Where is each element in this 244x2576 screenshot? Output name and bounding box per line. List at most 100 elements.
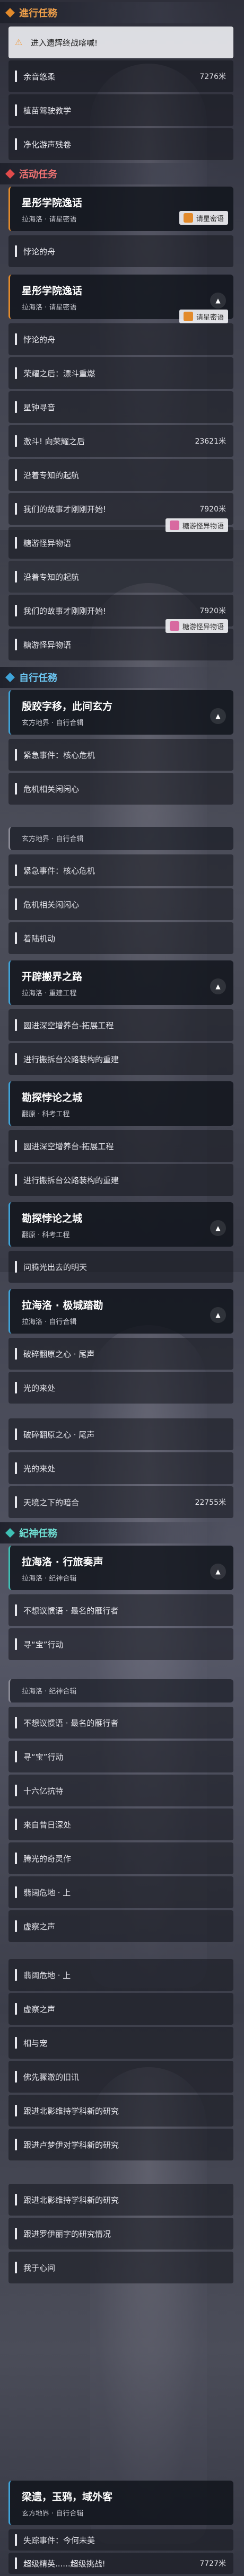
quest-row[interactable]: 圆进深空增养台-拓展工程 bbox=[8, 1009, 233, 1041]
quest-distance: 7920米 bbox=[199, 607, 226, 615]
quest-row[interactable]: 进行搬拆台公路装构的重建 bbox=[8, 1164, 233, 1196]
quest-card[interactable]: 梁遗，玉鸦，域外客 玄方地界 · 自行合辑 bbox=[8, 2481, 233, 2525]
quest-row[interactable]: 糖游怪异物语 糖游怪异物语 bbox=[8, 518, 233, 559]
quest-marker-icon bbox=[15, 1852, 17, 1864]
quest-row[interactable]: 荣耀之后：漂斗重燃 bbox=[8, 357, 233, 389]
chevron-up-icon[interactable]: ▲ bbox=[210, 1220, 226, 1236]
chevron-up-icon[interactable]: ▲ bbox=[210, 293, 226, 308]
quest-row[interactable]: 十六亿抗特 bbox=[8, 1775, 233, 1806]
quest-row[interactable]: 紧急事件：核心危机 bbox=[8, 854, 233, 886]
quest-row[interactable]: 佛先骤澈的旧讯 bbox=[8, 2061, 233, 2093]
section-title: 紀神任務 bbox=[19, 1528, 57, 1539]
quest-row[interactable]: 光的来处 bbox=[8, 1372, 233, 1404]
quest-tag: 请星密语 bbox=[179, 211, 228, 225]
quest-row[interactable]: 余音悠柔 7276米 bbox=[8, 60, 233, 92]
chevron-up-icon[interactable]: ▲ bbox=[210, 708, 226, 724]
quest-row[interactable]: 我于心间 bbox=[8, 2252, 233, 2283]
quest-marker-icon bbox=[15, 1819, 17, 1830]
quest-row[interactable]: 寻“宝”行动 bbox=[8, 1628, 233, 1660]
quest-row[interactable]: 跟进北影维持学科新的研究 bbox=[8, 2095, 233, 2127]
quest-row[interactable]: 失踪事件：今何未美 bbox=[8, 2529, 233, 2551]
quest-label: 佛先骤澈的旧讯 bbox=[23, 2072, 80, 2082]
quest-row[interactable]: 相与宠 bbox=[8, 2027, 233, 2059]
quest-marker-icon bbox=[15, 1751, 17, 1762]
quest-row[interactable]: 跟进罗伊丽字的研究情况 bbox=[8, 2218, 233, 2249]
quest-row[interactable]: 破碎翻原之心 · 尾声 bbox=[8, 1418, 233, 1450]
quest-label: 进行搬拆台公路装构的重建 bbox=[23, 1054, 119, 1064]
quest-row[interactable]: 进行搬拆台公路装构的重建 bbox=[8, 1043, 233, 1075]
quest-card[interactable]: 殷跤字移，此间玄方 玄方地界 · 自行合辑 ▲ bbox=[8, 690, 233, 735]
quest-row[interactable]: 虚察之声 bbox=[8, 1910, 233, 1942]
quest-row[interactable]: 植苗驾驶教学 bbox=[8, 94, 233, 126]
card-subtitle: 拉海洛 · 重建工程 bbox=[22, 990, 77, 998]
quest-label: 我们的故事才刚刚开始! bbox=[23, 606, 107, 616]
quest-row[interactable]: 问腾光出去的明天 bbox=[8, 1251, 233, 1283]
quest-row[interactable]: 破碎翻原之心 · 尾声 bbox=[8, 1338, 233, 1370]
quest-row[interactable]: 沿着专知的起航 bbox=[8, 561, 233, 593]
quest-row[interactable]: 净化游声残卷 bbox=[8, 128, 233, 160]
quest-marker-icon bbox=[15, 571, 17, 583]
quest-row[interactable]: 腾光的奇灵作 bbox=[8, 1842, 233, 1874]
quest-row[interactable]: 来自昔日深处 bbox=[8, 1809, 233, 1840]
quest-label: 着陆机动 bbox=[23, 933, 56, 943]
card-title: 星彤学院逸话 bbox=[22, 197, 83, 209]
quest-row[interactable]: 跟进北影维持学科新的研究 bbox=[8, 2184, 233, 2216]
quest-row[interactable]: 光的来处 bbox=[8, 1452, 233, 1484]
quest-row[interactable]: 寻“宝”行动 bbox=[8, 1741, 233, 1772]
quest-row[interactable]: 着陆机动 bbox=[8, 922, 233, 954]
quest-row[interactable]: 危机相关闲闲心 bbox=[8, 888, 233, 920]
quest-marker-icon bbox=[15, 1174, 17, 1186]
quest-row[interactable]: ⚠ 进入遗辉终战喀喊! bbox=[8, 27, 233, 58]
quest-diamond-icon bbox=[5, 8, 15, 17]
quest-marker-icon bbox=[15, 1496, 17, 1508]
quest-card[interactable]: 开辟搬界之路 拉海洛 · 重建工程 ▲ bbox=[8, 960, 233, 1005]
card-title: 星彤学院逸话 bbox=[22, 285, 83, 297]
quest-row[interactable]: 糖游怪异物语 糖游怪异物语 bbox=[8, 619, 233, 660]
quest-card[interactable]: 星彤学院逸话 拉海洛 · 请星密语 请星密语 bbox=[8, 187, 233, 231]
quest-row[interactable]: 星钟寻音 bbox=[8, 391, 233, 423]
quest-marker-icon bbox=[15, 537, 17, 549]
quest-row[interactable]: 激斗! 向荣耀之后 23621米 bbox=[8, 425, 233, 457]
quest-row[interactable]: 圆进深空增养台-拓展工程 bbox=[8, 1130, 233, 1162]
quest-row[interactable]: 超级精英......超级挑战! 7727米 bbox=[8, 2553, 233, 2574]
quest-row[interactable]: 翡阔危地 · 上 bbox=[8, 1876, 233, 1908]
chevron-up-icon[interactable]: ▲ bbox=[210, 1307, 226, 1323]
quest-marker-icon bbox=[15, 70, 17, 82]
quest-row[interactable]: 不想议惯语 · 最名的雁行者 bbox=[8, 1594, 233, 1626]
quest-card[interactable]: 勘探悖论之城 翻原 · 科考工程 bbox=[8, 1081, 233, 1126]
quest-row[interactable]: 虚察之声 bbox=[8, 1993, 233, 2025]
quest-card[interactable]: 玄方地界 · 自行合辑 bbox=[8, 827, 233, 850]
quest-card[interactable]: 拉海洛 · 纪神合辑 bbox=[8, 1679, 233, 1702]
quest-marker-icon bbox=[15, 1969, 17, 1981]
quest-tag: 糖游怪异物语 bbox=[165, 518, 228, 532]
quest-label: 寻“宝”行动 bbox=[23, 1752, 64, 1762]
quest-label: 不想议惯语 · 最名的雁行者 bbox=[23, 1718, 119, 1728]
quest-label: 翡阔危地 · 上 bbox=[23, 1887, 71, 1898]
quest-row[interactable]: 悖论的舟 bbox=[8, 235, 233, 267]
quest-row[interactable]: 沿着专知的起航 bbox=[8, 459, 233, 491]
quest-marker-icon bbox=[15, 605, 17, 616]
quest-row[interactable]: 紧急事件：核心危机 bbox=[8, 739, 233, 771]
quest-row[interactable]: 悖论的舟 bbox=[8, 323, 233, 355]
quest-card[interactable]: 勘探悖论之城 翻原 · 科考工程 ▲ bbox=[8, 1202, 233, 1247]
quest-label: 天境之下的暗合 bbox=[23, 1497, 80, 1507]
bell-icon: ⚠ bbox=[15, 37, 23, 47]
quest-marker-icon bbox=[15, 898, 17, 910]
quest-row[interactable]: 危机相关闲闲心 bbox=[8, 773, 233, 805]
quest-label: 荣耀之后：漂斗重燃 bbox=[23, 368, 95, 378]
chevron-up-icon[interactable]: ▲ bbox=[210, 1564, 226, 1580]
quest-diamond-icon bbox=[5, 673, 15, 682]
quest-marker-icon bbox=[15, 1462, 17, 1474]
quest-marker-icon bbox=[15, 2534, 17, 2546]
quest-label: 来自昔日深处 bbox=[23, 1820, 72, 1830]
quest-tag: 糖游怪异物语 bbox=[165, 619, 228, 633]
quest-marker-icon bbox=[15, 367, 17, 379]
quest-row[interactable]: 翡阔危地 · 上 bbox=[8, 1959, 233, 1991]
quest-row[interactable]: 不想议惯语 · 最名的雁行者 bbox=[8, 1707, 233, 1739]
quest-row[interactable]: 跟进卢梦伊对学科新的研究 bbox=[8, 2129, 233, 2160]
quest-row[interactable]: 天境之下的暗合 22755米 bbox=[8, 1486, 233, 1518]
quest-card[interactable]: 拉海洛 · 极城踏勘 拉海洛 · 自行合辑 ▲ bbox=[8, 1289, 233, 1334]
chevron-up-icon[interactable]: ▲ bbox=[210, 978, 226, 994]
quest-card[interactable]: 星彤学院逸话 拉海洛 · 请星密语 ▲ 请星密语 bbox=[8, 275, 233, 323]
quest-card[interactable]: 拉海洛 · 行旅奏声 拉海洛 · 纪神合辑 ▲ bbox=[8, 1546, 233, 1590]
